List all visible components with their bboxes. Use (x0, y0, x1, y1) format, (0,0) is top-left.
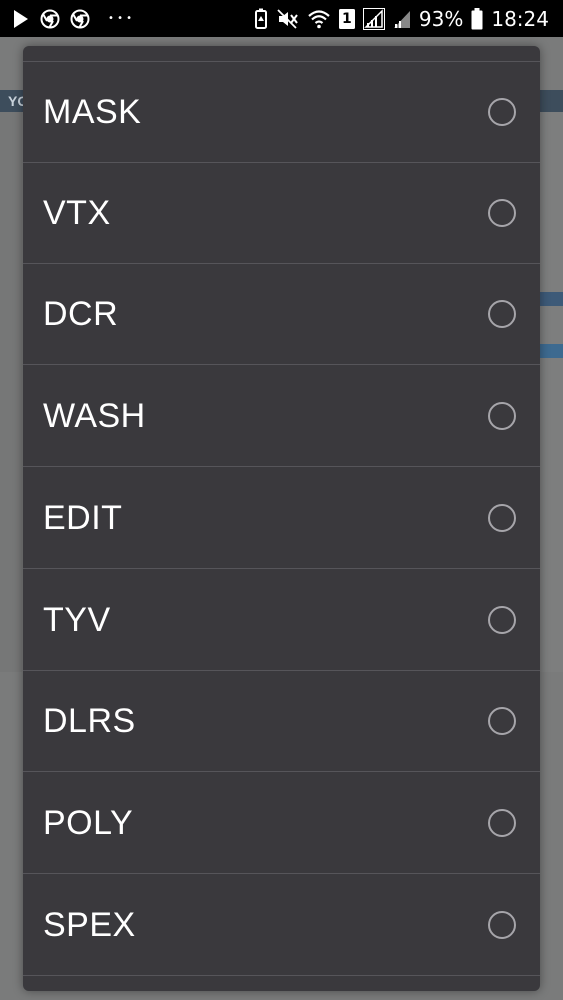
option-spex[interactable]: SPEX (23, 875, 540, 976)
signal-icon (362, 7, 385, 30)
option-tyv[interactable]: TYV (23, 570, 540, 671)
radio-button[interactable] (488, 199, 516, 227)
option-dcr[interactable]: DCR (23, 264, 540, 365)
signal-icon (393, 9, 411, 29)
chrome-icon (70, 9, 90, 29)
option-label: TYV (43, 600, 111, 639)
radio-button[interactable] (488, 911, 516, 939)
more-dots-icon: • • • (108, 13, 133, 24)
mute-icon (277, 8, 299, 29)
background-button (540, 344, 563, 358)
option-edit[interactable]: EDIT (23, 468, 540, 569)
wifi-icon (307, 9, 331, 29)
option-label: DLRS (43, 701, 136, 740)
clock: 18:24 (491, 6, 549, 31)
battery-saver-icon (253, 8, 269, 30)
radio-button[interactable] (488, 98, 516, 126)
sim1-icon: 1 (338, 8, 355, 29)
option-label: VTX (43, 193, 111, 232)
option-label: WASH (43, 396, 146, 435)
background-button (540, 292, 563, 306)
option-dlrs[interactable]: DLRS (23, 671, 540, 772)
status-bar-system: 1 93% 18:24 (253, 7, 563, 31)
option-label: MASK (43, 92, 142, 131)
option-vtx[interactable]: VTX (23, 163, 540, 264)
battery-icon (471, 7, 483, 30)
chrome-icon (40, 9, 60, 29)
option-label: EDIT (43, 498, 123, 537)
status-bar-notifications: • • • (0, 9, 132, 29)
option-poly[interactable]: POLY (23, 773, 540, 874)
radio-button[interactable] (488, 504, 516, 532)
play-store-icon (12, 9, 30, 29)
background-right-column (540, 112, 563, 672)
option-label: SPEX (43, 905, 136, 944)
option-label: DCR (43, 294, 119, 333)
sim-number: 1 (342, 10, 352, 27)
radio-button[interactable] (488, 402, 516, 430)
option-label: POLY (43, 803, 134, 842)
option-mask[interactable]: MASK (23, 62, 540, 163)
status-bar: • • • 1 93% 18:24 (0, 0, 563, 37)
radio-button[interactable] (488, 606, 516, 634)
radio-button[interactable] (488, 809, 516, 837)
background-left-column (0, 112, 22, 672)
radio-button[interactable] (488, 707, 516, 735)
radio-button[interactable] (488, 300, 516, 328)
option-wash[interactable]: WASH (23, 366, 540, 467)
battery-percent: 93% (418, 6, 464, 31)
select-dialog: MASK VTX DCR WASH EDIT TYV DLRS POLY SPE… (23, 46, 540, 991)
